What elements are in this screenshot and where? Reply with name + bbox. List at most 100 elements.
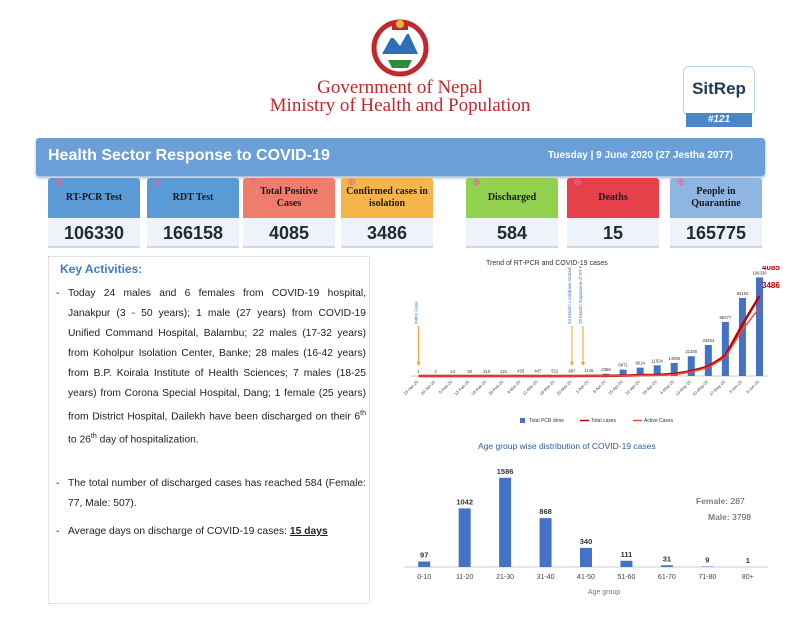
stat-value: 584 [466, 218, 558, 248]
x-tick-label: 23-Jan-20 [402, 379, 419, 396]
female-count: Female: 287 [696, 496, 745, 506]
male-value: 3798 [730, 512, 752, 522]
legend-label: Total PCR done [529, 418, 564, 424]
pcr-data-label: 14096 [668, 356, 680, 361]
age-tick-label: 41-50 [577, 574, 595, 581]
activity-text-discharges: Today 24 males and 6 females from COVID-… [68, 288, 366, 446]
age-tick-label: 71-80 [698, 574, 716, 581]
age-tick-label: 80+ [742, 574, 754, 581]
pcr-data-label: 1 [417, 369, 420, 374]
pcr-data-label: 9014 [635, 361, 645, 366]
trend-chart: 1 23-Jan-20 4 29-Jan-20 14 5-Feb-20 20 12-Feb-2… [402, 266, 780, 424]
age-bar [499, 477, 512, 567]
stat-value: 166158 [147, 218, 239, 248]
pcr-data-label: 21340 [685, 349, 697, 354]
pcr-bar [738, 297, 746, 376]
stat-value: 15 [567, 218, 659, 248]
annotation-arrowhead [581, 362, 585, 366]
pcr-data-label: 221 [500, 369, 508, 374]
x-tick-label: 22-Apr-20 [624, 379, 641, 396]
x-tick-label: 29-Jan-20 [419, 379, 436, 396]
virus-icon: ❄ [573, 177, 583, 189]
x-tick-label: 12-Feb-20 [453, 379, 471, 397]
pcr-data-label: 84153 [737, 291, 749, 296]
age-bar [620, 560, 633, 567]
age-chart-title: Age group wise distribution of COVID-19 … [478, 441, 656, 451]
annotation-text: 29 March: Expansion of RT-PCR Lab [578, 266, 583, 324]
legend-label: Total cases [591, 418, 617, 424]
virus-icon: ❄ [249, 177, 259, 189]
pcr-data-label: 447 [534, 369, 542, 374]
banner-date: Tuesday | 9 June 2020 (27 Jestha 2077) [548, 150, 733, 161]
age-tick-label: 11-20 [456, 574, 473, 581]
x-tick-label: 8-Apr-20 [592, 379, 608, 395]
age-data-label: 111 [621, 550, 633, 559]
pcr-data-label: 14 [450, 369, 455, 374]
female-value: 287 [728, 496, 745, 506]
annotation-arrowhead [416, 362, 421, 366]
x-tick-label: 29-Apr-20 [641, 379, 658, 396]
average-days-value: 15 days [289, 526, 328, 537]
stat-card: Total Positive Cases 4085 ❄ [243, 177, 335, 248]
age-tick-label: 51-60 [617, 574, 635, 581]
pcr-data-label: 210 [483, 369, 491, 374]
virus-icon: ❄ [676, 177, 686, 189]
stat-value: 4085 [243, 218, 335, 248]
pcr-data-label: 433 [517, 369, 525, 374]
age-tick-label: 0-10 [417, 574, 431, 581]
stat-card: Confirmed cases in isolation 3486 ❄ [341, 177, 433, 248]
x-tick-label: 18-Mar-20 [538, 379, 556, 397]
age-bar [701, 566, 714, 567]
age-data-label: 868 [539, 507, 552, 516]
stat-card: RT-PCR Test 106330 ❄ [48, 177, 140, 248]
activity-text-average-days: Average days on discharge of COVID-19 ca… [68, 522, 366, 542]
x-tick-label: 11-Mar-20 [522, 379, 539, 396]
banner-title: Health Sector Response to COVID-19 [48, 147, 330, 164]
x-tick-label: 9-Jun-20 [745, 379, 761, 395]
pcr-bar [687, 356, 695, 376]
total-cases-end-label: 4085 [762, 266, 780, 272]
pcr-data-label: 11524 [652, 358, 664, 363]
x-tick-label: 15-Apr-20 [607, 379, 624, 396]
annotation-arrowhead [569, 362, 574, 366]
activity-item: - The total number of discharged cases ha… [56, 474, 366, 514]
stat-value: 165775 [670, 218, 762, 248]
age-data-label: 97 [420, 551, 428, 560]
pcr-data-label: 58277 [720, 315, 732, 320]
legend-swatch [520, 418, 525, 423]
average-days-label: Average days on discharge of COVID-19 ca… [68, 526, 290, 537]
sitrep-label: SitRep [692, 79, 746, 98]
annotation-text: 24 March: Lockdown started [567, 267, 572, 324]
activity-item: - Today 24 males and 6 females from COVID… [56, 284, 366, 451]
pcr-data-label: 512 [551, 369, 559, 374]
activity-text-total-discharged: The total number of discharged cases has… [68, 478, 366, 509]
pcr-data-label: 687 [568, 368, 576, 373]
age-data-label: 340 [580, 537, 593, 546]
active-cases-end-label: 3486 [762, 281, 780, 290]
pcr-bar [704, 344, 712, 376]
x-tick-label: 5-Feb-20 [438, 379, 454, 395]
virus-icon: ❄ [54, 177, 64, 189]
age-bar [660, 565, 673, 567]
age-tick-label: 31-40 [537, 574, 555, 581]
virus-icon: ❄ [347, 177, 357, 189]
age-tick-label: 21-30 [496, 574, 514, 581]
x-tick-label: 1-Apr-20 [575, 379, 591, 395]
x-tick-label: 3-Jun-20 [728, 379, 744, 395]
annotation-text: Index Case [414, 301, 419, 324]
x-tick-label: 19-Feb-20 [470, 379, 488, 397]
x-axis-title: Age group [588, 589, 620, 596]
pcr-data-label: 2366 [601, 367, 611, 372]
age-bar [458, 508, 471, 567]
stat-card: RDT Test 166158 ❄ [147, 177, 239, 248]
ordinal-suffix: th [90, 433, 97, 441]
x-tick-label: 26-Feb-20 [487, 379, 505, 397]
stat-card: Deaths 15 ❄ [567, 177, 659, 248]
age-data-label: 1042 [456, 497, 473, 506]
pcr-data-label: 4 [434, 369, 437, 374]
x-tick-label: 4-Mar-20 [506, 379, 522, 395]
age-data-label: 1 [746, 556, 750, 565]
x-tick-label: 13-May-20 [674, 379, 692, 397]
sitrep-number: #121 [686, 113, 752, 127]
age-data-label: 1586 [497, 467, 514, 476]
